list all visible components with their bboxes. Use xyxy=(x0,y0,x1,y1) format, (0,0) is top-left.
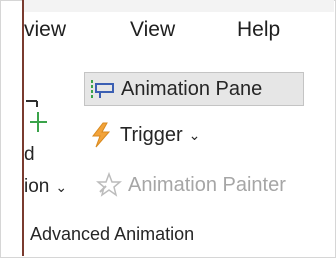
plus-icon xyxy=(26,100,47,132)
animation-pane-icon xyxy=(91,80,114,98)
group-label-advanced-animation: Advanced Animation xyxy=(30,224,195,244)
title-strip xyxy=(24,0,334,12)
menu-bar: view View Help xyxy=(24,12,330,50)
chevron-down-icon: ⌄ xyxy=(55,179,68,195)
animation-pane-button[interactable]: Animation Pane xyxy=(84,72,304,106)
animation-painter-button[interactable]: Animation Painter xyxy=(96,168,286,202)
animation-painter-label: Animation Painter xyxy=(128,173,286,196)
chevron-down-icon: ⌄ xyxy=(188,126,201,143)
painter-star-icon xyxy=(96,172,122,197)
animation-pane-label: Animation Pane xyxy=(121,77,263,100)
add-animation-label-top: d xyxy=(24,144,35,165)
ribbon-advanced-animation: d ion ⌄ Animation Pane Trigger ⌄ Animatio… xyxy=(24,50,330,248)
lightning-icon xyxy=(91,122,111,148)
menu-view[interactable]: View xyxy=(130,18,175,42)
trigger-button[interactable]: Trigger ⌄ xyxy=(88,118,200,152)
add-animation-label-bottom: ion ⌄ xyxy=(24,176,68,197)
menu-help[interactable]: Help xyxy=(237,18,280,42)
trigger-label: Trigger xyxy=(120,123,183,146)
menu-view-partial[interactable]: view xyxy=(24,18,66,42)
